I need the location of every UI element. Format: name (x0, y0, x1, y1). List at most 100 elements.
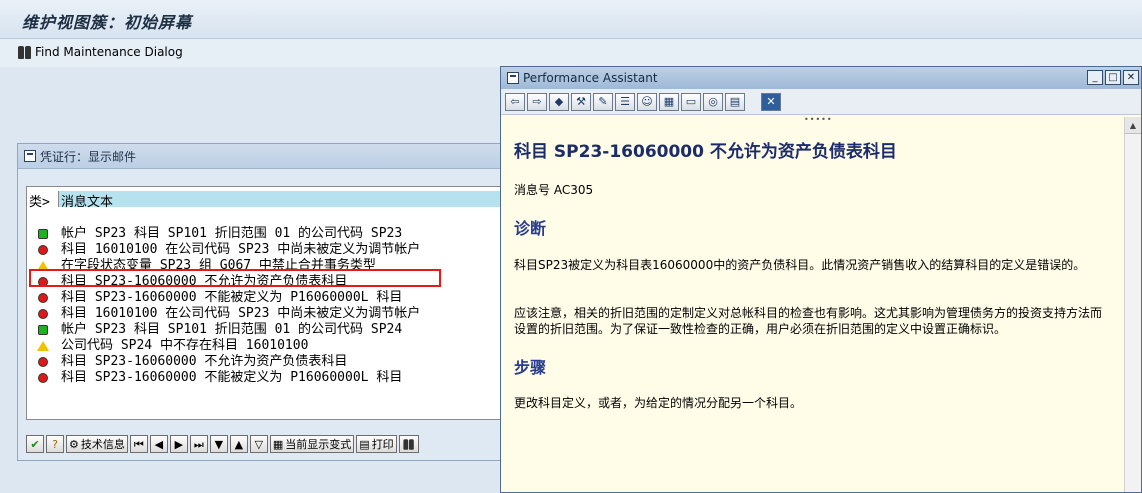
message-text: 科目 16010100 在公司代码 SP23 中尚未被定义为调节帐户 (61, 242, 421, 257)
close-button[interactable]: ✕ (1123, 70, 1139, 85)
tools-icon: ⚒ (576, 95, 586, 108)
help-icon: ? (52, 437, 58, 451)
steps-heading: 步骤 (514, 358, 547, 377)
assistant-content: 科目 SP23-16060000 不允许为资产负债表科目 消息号 AC305 诊… (501, 117, 1124, 492)
current-variant-button[interactable]: ▦ 当前显示变式 (269, 435, 355, 453)
status-cell (27, 261, 59, 271)
column-header-type[interactable]: 类> (27, 191, 59, 210)
close-assistant-button[interactable]: ✕ (761, 92, 781, 111)
users-button[interactable]: ☺ (637, 92, 657, 111)
layout-button[interactable]: ▽ (249, 435, 268, 453)
binoculars-icon (403, 438, 414, 450)
status-cell (27, 309, 59, 319)
print-label: 打印 (371, 438, 394, 451)
assistant-title-bar: Performance Assistant _ □ ✕ (501, 67, 1141, 89)
message-row[interactable]: 公司代码 SP24 中不存在科目 16010100 (27, 338, 502, 354)
help-button[interactable]: ? (46, 435, 64, 453)
chevron-up-icon: ▲ (1129, 120, 1137, 130)
dialog-title: 凭证行：显示邮件 (40, 149, 137, 164)
application-toolbar: Find Maintenance Dialog (0, 39, 1142, 67)
message-text: 科目 SP23-16060000 不允许为资产负债表科目 (61, 274, 348, 289)
message-row[interactable]: 帐户 SP23 科目 SP101 折旧范围 01 的公司代码 SP24 (27, 322, 502, 338)
assistant-title: Performance Assistant (523, 71, 658, 85)
assistant-menu-icon[interactable] (507, 72, 519, 84)
status-yellow-icon (37, 341, 49, 351)
technical-info-button[interactable]: ⚒ (571, 92, 591, 111)
maximize-button[interactable]: □ (1105, 70, 1121, 85)
next-icon: ▶ (174, 437, 184, 451)
status-cell (27, 293, 59, 303)
message-row[interactable]: 科目 16010100 在公司代码 SP23 中尚未被定义为调节帐户 (27, 306, 502, 322)
layout-icon: ▽ (254, 437, 264, 451)
assistant-toolbar: ⇦ ⇨ ◆ ⚒ ✎ ☰ ☺ ▦ ▭ ◎ ▤ ✕ (501, 89, 1141, 115)
sort-button[interactable]: ▲ (229, 435, 248, 453)
message-row[interactable]: 在字段状态变量 SP23 组 G067 中禁止合并事务类型 (27, 258, 502, 274)
first-page-icon: ⏮ (133, 437, 144, 451)
printer-icon: ▤ (729, 95, 741, 108)
back-button[interactable]: ⇦ (505, 92, 525, 111)
forward-button[interactable]: ⇨ (527, 92, 547, 111)
dialog-menu-icon[interactable] (24, 150, 36, 162)
status-red-icon (38, 357, 48, 367)
variant-icon: ▦ (272, 437, 284, 451)
minimize-button[interactable]: _ (1087, 70, 1103, 85)
table-icon: ▦ (663, 95, 675, 108)
minimize-icon: _ (1092, 72, 1098, 83)
settings-button[interactable]: ◎ (703, 92, 723, 111)
window-controls: _ □ ✕ (1087, 70, 1139, 85)
status-cell (27, 341, 59, 351)
message-row[interactable]: 科目 SP23-16060000 不能被定义为 P16060000L 科目 (27, 290, 502, 306)
message-number: 消息号 AC305 (514, 183, 594, 197)
scroll-up-button[interactable]: ▲ (1125, 117, 1141, 134)
display-button[interactable]: ▭ (681, 92, 701, 111)
bookmark-button[interactable]: ◆ (549, 92, 569, 111)
message-row[interactable]: 科目 16010100 在公司代码 SP23 中尚未被定义为调节帐户 (27, 242, 502, 258)
technical-info-label: 技术信息 (80, 438, 125, 451)
message-text: 科目 16010100 在公司代码 SP23 中尚未被定义为调节帐户 (61, 306, 421, 321)
people-icon: ☺ (641, 95, 653, 108)
last-page-icon: ⏭ (193, 437, 204, 451)
message-row[interactable]: 科目 SP23-16060000 不能被定义为 P16060000L 科目 (27, 370, 502, 386)
main-title-bar: 维护视图簇：初始屏幕 (0, 0, 1142, 39)
find-maintenance-dialog-button[interactable]: Find Maintenance Dialog (18, 45, 183, 59)
message-text: 帐户 SP23 科目 SP101 折旧范围 01 的公司代码 SP23 (61, 226, 403, 241)
previous-page-button[interactable]: ◀ (149, 435, 168, 453)
glossary-button[interactable]: ☰ (615, 92, 635, 111)
find-button[interactable] (398, 435, 419, 453)
continue-button[interactable]: ✔ (26, 435, 44, 453)
edit-button[interactable]: ✎ (593, 92, 613, 111)
next-page-button[interactable]: ▶ (169, 435, 188, 453)
print-button[interactable]: ▤ (725, 92, 745, 111)
status-cell (27, 277, 59, 287)
monitor-icon: ▭ (685, 95, 697, 108)
message-row[interactable]: 帐户 SP23 科目 SP101 折旧范围 01 的公司代码 SP23 (27, 226, 502, 242)
status-cell (27, 357, 59, 367)
arrow-left-icon: ⇦ (510, 95, 520, 108)
glossary-icon: ☰ (620, 95, 630, 108)
maximize-icon: □ (1108, 72, 1118, 83)
message-text: 帐户 SP23 科目 SP101 折旧范围 01 的公司代码 SP24 (61, 322, 403, 337)
technical-info-button[interactable]: ⚙ 技术信息 (66, 435, 128, 453)
message-text: 公司代码 SP24 中不存在科目 16010100 (61, 338, 309, 353)
message-row[interactable]: 科目 SP23-16060000 不允许为资产负债表科目 (27, 274, 502, 290)
previous-icon: ◀ (154, 437, 164, 451)
first-page-button[interactable]: ⏮ (129, 435, 148, 453)
table-button[interactable]: ▦ (659, 92, 679, 111)
performance-assistant-window: Performance Assistant _ □ ✕ ⇦ ⇨ ◆ ⚒ ✎ ☰ … (500, 66, 1142, 493)
steps-paragraph: 更改科目定义，或者，为给定的情况分配另一个科目。 (514, 396, 803, 410)
window-title: 维护视图簇：初始屏幕 (22, 13, 193, 32)
message-row[interactable]: 科目 SP23-16060000 不允许为资产负债表科目 (27, 354, 502, 370)
status-green-icon (38, 325, 48, 335)
vertical-scrollbar[interactable]: ▲ (1124, 117, 1141, 492)
column-header-message-text[interactable]: 消息文本 (59, 191, 502, 210)
message-list-header: 类> 消息文本 (27, 191, 502, 210)
status-cell (27, 373, 59, 383)
print-button[interactable]: ▤ 打印 (356, 435, 397, 453)
find-maintenance-dialog-label: Find Maintenance Dialog (35, 45, 183, 59)
status-green-icon (38, 229, 48, 239)
last-page-button[interactable]: ⏭ (189, 435, 208, 453)
sort-icon: ▲ (234, 437, 244, 451)
message-log-dialog: 凭证行：显示邮件 类> 消息文本 帐户 SP23 科目 SP101 折旧范围 0… (17, 143, 502, 461)
message-rows: 帐户 SP23 科目 SP101 折旧范围 01 的公司代码 SP23 科目 16… (27, 226, 502, 386)
filter-button[interactable]: ▼ (209, 435, 228, 453)
